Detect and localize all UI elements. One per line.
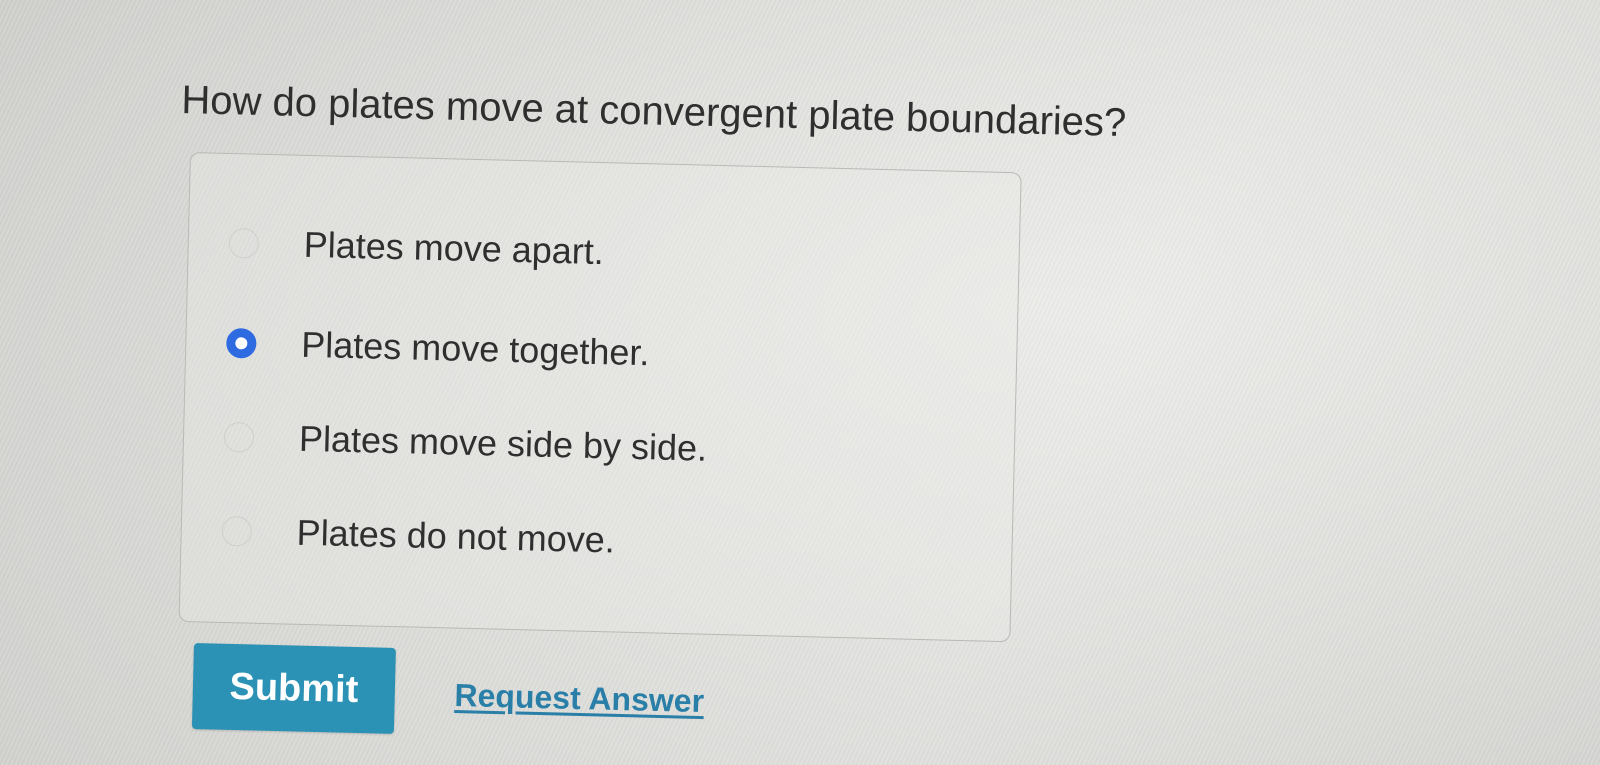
option-label: Plates do not move. bbox=[296, 511, 616, 561]
option-label: Plates move apart. bbox=[303, 223, 605, 273]
request-answer-link[interactable]: Request Answer bbox=[454, 677, 704, 720]
radio-button-together-selected[interactable] bbox=[225, 327, 257, 359]
question-text: How do plates move at convergent plate b… bbox=[180, 78, 1127, 146]
option-label: Plates move together. bbox=[300, 323, 650, 374]
radio-button-side-by-side[interactable] bbox=[223, 421, 255, 453]
answer-options-box: Plates move apart. Plates move together.… bbox=[178, 152, 1022, 643]
option-plates-move-apart[interactable]: Plates move apart. bbox=[228, 222, 604, 273]
option-label: Plates move side by side. bbox=[298, 417, 708, 469]
radio-button-apart[interactable] bbox=[228, 227, 260, 259]
radio-button-do-not-move[interactable] bbox=[221, 515, 253, 547]
option-plates-move-together[interactable]: Plates move together. bbox=[225, 322, 650, 374]
option-plates-move-side-by-side[interactable]: Plates move side by side. bbox=[223, 416, 708, 470]
option-plates-do-not-move[interactable]: Plates do not move. bbox=[221, 510, 615, 562]
submit-button[interactable]: Submit bbox=[191, 643, 396, 734]
